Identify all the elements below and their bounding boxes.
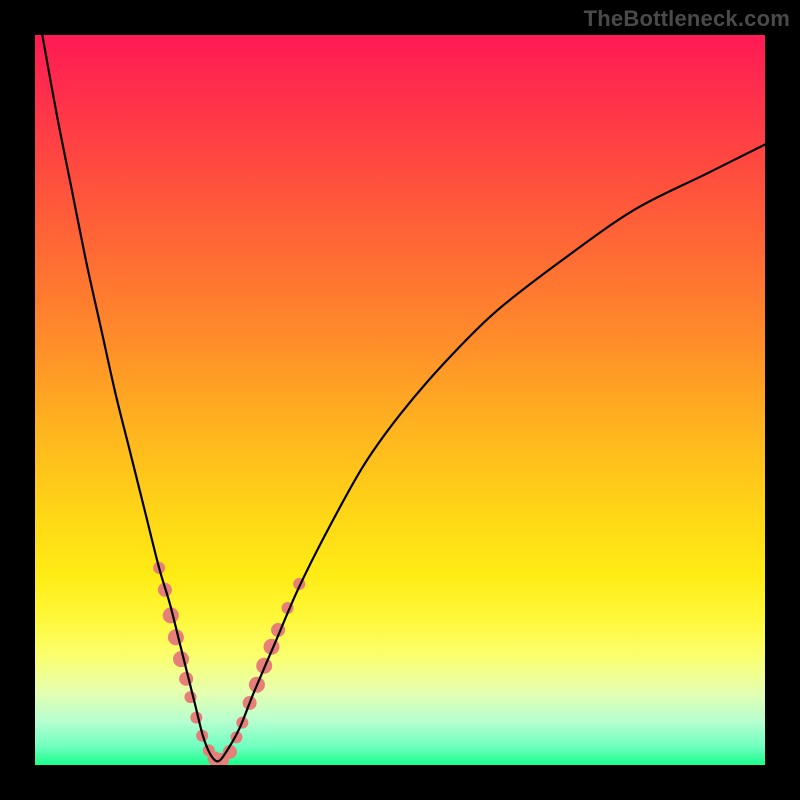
chart-frame: TheBottleneck.com xyxy=(0,0,800,800)
plot-area xyxy=(35,35,765,765)
marker-layer xyxy=(153,562,305,765)
marker-dot xyxy=(173,651,189,667)
bottleneck-curve xyxy=(42,35,765,761)
chart-svg xyxy=(35,35,765,765)
watermark-text: TheBottleneck.com xyxy=(584,6,790,32)
